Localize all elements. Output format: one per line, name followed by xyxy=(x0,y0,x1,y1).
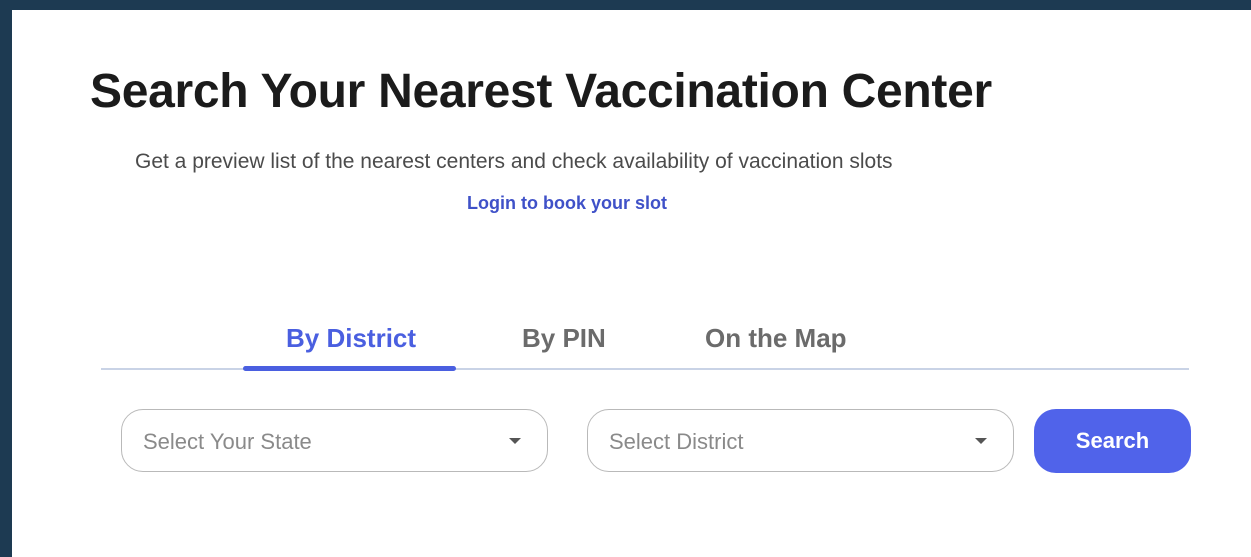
page-title: Search Your Nearest Vaccination Center xyxy=(90,65,992,118)
window-frame-top xyxy=(0,0,1251,10)
district-select[interactable]: Select District xyxy=(587,409,1014,472)
window-frame-left xyxy=(0,0,12,557)
state-select-placeholder: Select Your State xyxy=(143,429,312,454)
search-panel: Search Your Nearest Vaccination Center G… xyxy=(12,10,1251,557)
tab-on-the-map[interactable]: On the Map xyxy=(705,323,847,354)
tab-by-district[interactable]: By District xyxy=(286,323,416,354)
search-tabs: By District By PIN On the Map xyxy=(101,315,1189,371)
district-select-placeholder: Select District xyxy=(609,429,744,454)
chevron-down-icon xyxy=(975,438,987,444)
active-tab-indicator xyxy=(243,366,456,371)
login-link[interactable]: Login to book your slot xyxy=(12,193,1122,214)
chevron-down-icon xyxy=(509,438,521,444)
search-button[interactable]: Search xyxy=(1034,409,1191,473)
state-select[interactable]: Select Your State xyxy=(121,409,548,472)
page-subtitle: Get a preview list of the nearest center… xyxy=(135,150,893,173)
tab-by-pin[interactable]: By PIN xyxy=(522,323,606,354)
